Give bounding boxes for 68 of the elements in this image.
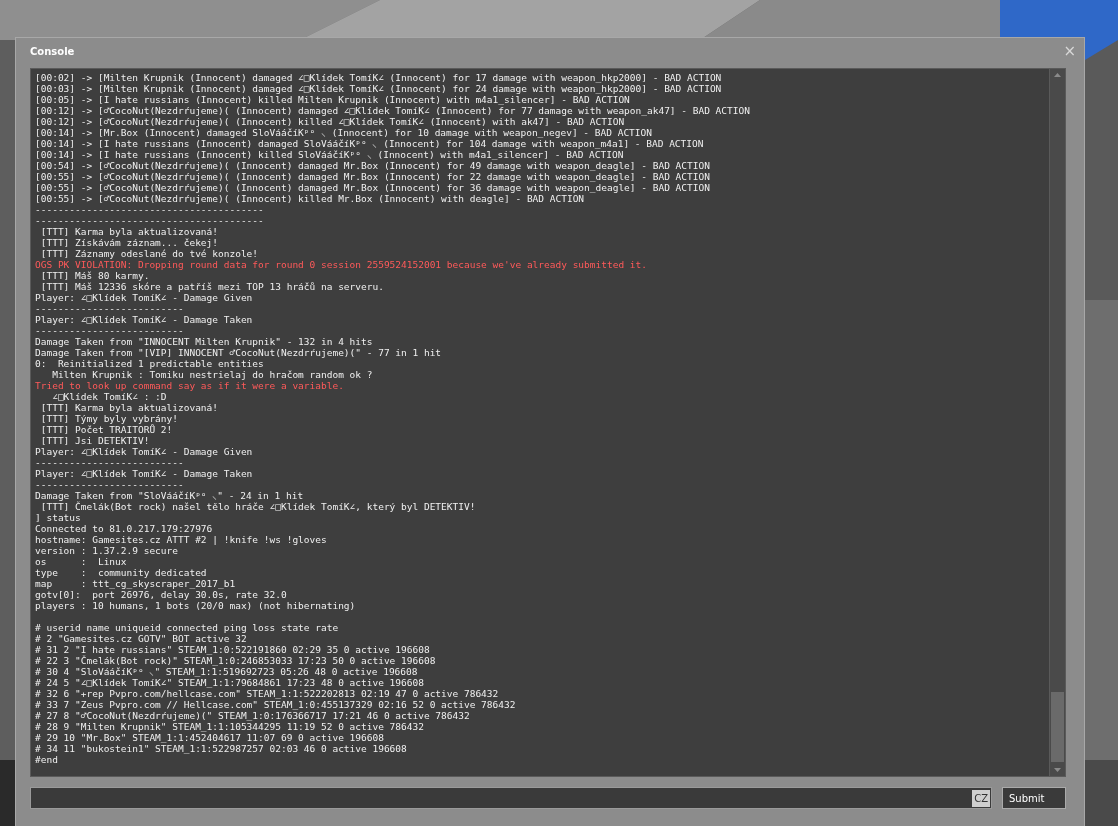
console-line: [TTT] Máš 12336 skóre a patříš mezi TOP 13 hráčů na serveru. <box>39 281 384 292</box>
console-line: Damage Taken from "INNOCENT Milten Krupnik" - 132 in 4 hits <box>35 336 373 347</box>
error-line: Tried to look up command say as if it were a variable. <box>35 380 344 391</box>
console-line: players : 10 humans, 1 bots (20/0 max) (not hibernating) <box>35 600 356 611</box>
console-line: -------------------------- <box>35 325 184 336</box>
scroll-thumb[interactable] <box>1051 692 1064 762</box>
console-line: # userid name uniqueid connected ping loss state rate <box>35 622 339 633</box>
console-line: [00:12] -> [♂CocoNut(Nezdrŕujeme)( (Innocent) damaged ∠□Klídek TomíK∠ (Innocent) for 77 damage with weapon_ak47] - BAD ACTION <box>35 105 750 116</box>
console-line: Player: ∠□Klídek TomíK∠ - Damage Given <box>35 446 253 457</box>
console-line: 0: Reinitialized 1 predictable entities <box>35 358 264 369</box>
console-line: # 29 10 "Mr.Box" STEAM_1:1:452404617 11:07 69 0 active 196608 <box>35 732 384 743</box>
console-line: Player: ∠□Klídek TomíK∠ - Damage Taken <box>35 314 253 325</box>
console-line: # 33 7 "Zeus Pvpro.com // Hellcase.com" STEAM_1:0:455137329 02:16 52 0 active 786432 <box>35 699 516 710</box>
console-line: # 2 "Gamesites.cz GOTV" BOT active 32 <box>35 633 247 644</box>
console-line: map : ttt_cg_skyscraper_2017_b1 <box>35 578 236 589</box>
console-line: Player: ∠□Klídek TomíK∠ - Damage Taken <box>35 468 253 479</box>
console-line: [TTT] Čmelák(Bot rock) našel tělo hráče ∠□Klídek TomíK∠, který byl DETEKTIV! <box>39 501 476 512</box>
console-line: # 34 11 "bukostein1" STEAM_1:1:522987257 02:03 46 0 active 196608 <box>35 743 407 754</box>
console-line: -------------------------- <box>35 479 184 490</box>
console-line: [00:55] -> [♂CocoNut(Nezdrŕujeme)( (Innocent) damaged Mr.Box (Innocent) for 36 damage with weapon_deagle] - BAD ACTION <box>35 182 710 193</box>
console-line: [TTT] Jsi DETEKTIV! <box>39 435 150 446</box>
window-title: Console <box>30 45 75 57</box>
console-line: Damage Taken from "[VIP] INNOCENT ♂CocoNut(Nezdrŕujeme)(" - 77 in 1 hit <box>35 347 442 358</box>
console-line: # 28 9 "Milten Krupnik" STEAM_1:1:105344295 11:19 52 0 active 786432 <box>35 721 424 732</box>
console-line: # 27 8 "♂CocoNut(Nezdrŕujeme)(" STEAM_1:0:176366717 17:21 46 0 active 786432 <box>35 710 470 721</box>
console-line: [00:55] -> [♂CocoNut(Nezdrŕujeme)( (Innocent) damaged Mr.Box (Innocent) for 22 damage with weapon_deagle] - BAD ACTION <box>35 171 710 182</box>
console-line: [00:54] -> [♂CocoNut(Nezdrŕujeme)( (Innocent) damaged Mr.Box (Innocent) for 49 damage with weapon_deagle] - BAD ACTION <box>35 160 710 171</box>
console-line: # 31 2 "I hate russians" STEAM_1:0:522191860 02:29 35 0 active 196608 <box>35 644 430 655</box>
console-line: [00:14] -> [I hate russians (Innocent) killed SloVááčíKᵖᵒ ⸜ (Innocent) with m4a1_silencer] - BAD ACTION <box>35 149 624 160</box>
console-line: Damage Taken from "SloVááčíKᵖᵒ ⸜" - 24 in 1 hit <box>35 490 304 501</box>
console-line: Player: ∠□Klídek TomíK∠ - Damage Given <box>35 292 253 303</box>
scrollbar[interactable] <box>1049 69 1065 776</box>
console-line: [00:05] -> [I hate russians (Innocent) killed Milten Krupnik (Innocent) with m4a1_silencer] - BAD ACTION <box>35 94 630 105</box>
console-line: ---------------------------------------- <box>35 215 264 226</box>
console-line: gotv[0]: port 26976, delay 30.0s, rate 32.0 <box>35 589 287 600</box>
console-line: [TTT] Získávám záznam... čekej! <box>39 237 219 248</box>
console-line: [TTT] Týmy byly vybrány! <box>39 413 178 424</box>
console-line: [00:02] -> [Milten Krupnik (Innocent) damaged ∠□Klídek TomíK∠ (Innocent) for 17 damage with weapon_hkp2000] - BAD ACTION <box>35 72 722 83</box>
language-indicator[interactable]: CZ <box>972 789 990 807</box>
console-line: [00:12] -> [♂CocoNut(Nezdrŕujeme)( (Innocent) killed ∠□Klídek TomíK∠ (Innocent) with ak47] - BAD ACTION <box>35 116 625 127</box>
console-line: # 30 4 "SloVááčíKᵖᵒ ⸜" STEAM_1:1:519692723 05:26 48 0 active 196608 <box>35 666 418 677</box>
command-input[interactable]: CZ <box>30 787 992 809</box>
console-line: [00:55] -> [♂CocoNut(Nezdrŕujeme)( (Innocent) killed Mr.Box (Innocent) with deagle] - BAD ACTION <box>35 193 585 204</box>
console-line: [TTT] Karma byla aktualizovaná! <box>39 226 219 237</box>
console-line: # 32 6 "+rep Pvpro.com/hellcase.com" STEAM_1:1:522202813 02:19 47 0 active 786432 <box>35 688 499 699</box>
console-line: Connected to 81.0.217.179:27976 <box>35 523 213 534</box>
console-line: # 24 5 "∠□Klídek TomíK∠" STEAM_1:1:79684861 17:23 48 0 active 196608 <box>35 677 424 688</box>
console-line: [TTT] Máš 80 karmy. <box>39 270 150 281</box>
console-line: Milten Krupnik : Tomiku nestrielaj do hračom random ok ? <box>51 369 373 380</box>
console-line: type : community dedicated <box>35 567 207 578</box>
console-line: -------------------------- <box>35 303 184 314</box>
console-line: hostname: Gamesites.cz ATTT #2 | !knife !ws !gloves <box>35 534 327 545</box>
submit-button[interactable]: Submit <box>1002 787 1066 809</box>
console-line: #end <box>35 754 58 765</box>
console-line: [TTT] Karma byla aktualizovaná! <box>39 402 219 413</box>
console-line: ] status <box>35 512 81 523</box>
console-line: [TTT] Záznamy odeslané do tvé konzole! <box>39 248 259 259</box>
console-line: # 22 3 "Čmelák(Bot rock)" STEAM_1:0:246853033 17:23 50 0 active 196608 <box>35 655 436 666</box>
error-line: OGS PK VIOLATION: Dropping round data for round 0 session 2559524152001 because we've already submitted it. <box>35 259 647 270</box>
console-line: [TTT] Počet TRAITORŮ 2! <box>39 424 173 435</box>
console-line: [00:03] -> [Milten Krupnik (Innocent) damaged ∠□Klídek TomíK∠ (Innocent) for 24 damage with weapon_hkp2000] - BAD ACTION <box>35 83 722 94</box>
console-line: version : 1.37.2.9 secure <box>35 545 178 556</box>
console-line: os : Linux <box>35 556 127 567</box>
console-line: ∠□Klídek TomíK∠ : :D <box>51 391 167 402</box>
console-line: [00:14] -> [Mr.Box (Innocent) damaged SloVááčíKᵖᵒ ⸜ (Innocent) for 10 damage with weapon_negev] - BAD ACTION <box>35 127 652 138</box>
console-line: [00:14] -> [I hate russians (Innocent) damaged SloVááčíKᵖᵒ ⸜ (Innocent) for 104 damage with weapon_m4a1] - BAD ACTION <box>35 138 704 149</box>
console-line: -------------------------- <box>35 457 184 468</box>
console-line: ---------------------------------------- <box>35 204 264 215</box>
